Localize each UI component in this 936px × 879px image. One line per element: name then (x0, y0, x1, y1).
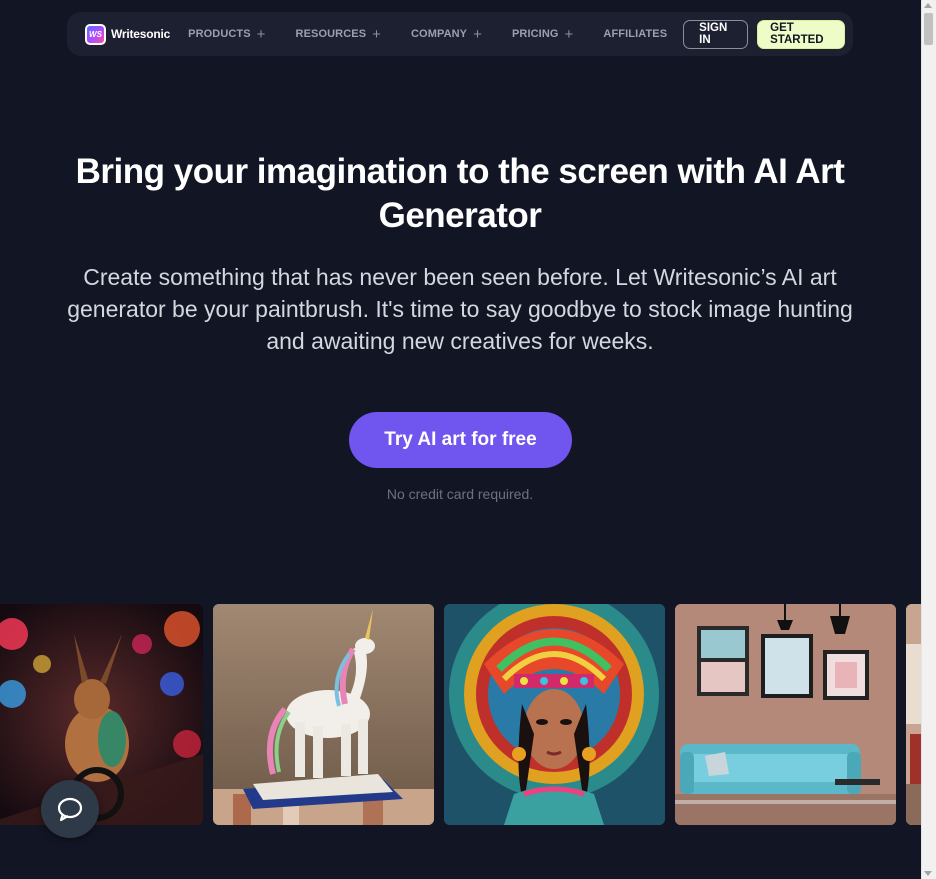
sign-in-button[interactable]: SIGN IN (683, 19, 749, 49)
brand-logo[interactable]: WS Writesonic (85, 23, 171, 45)
nav-item-label: PRICING (512, 28, 559, 40)
plus-icon: + (372, 25, 382, 43)
nav-item-label: PRODUCTS (188, 28, 251, 40)
top-navbar: WS Writesonic PRODUCTS + RESOURCES + COMPA… (67, 12, 853, 56)
nav-item-company[interactable]: COMPANY + (411, 25, 482, 43)
rabbit-on-bicycle-image[interactable] (0, 604, 203, 825)
writesonic-logo-icon: WS (85, 23, 106, 45)
unicorn-figurine-image[interactable] (213, 604, 434, 825)
plus-icon: + (564, 25, 574, 43)
hero-title: Bring your imagination to the screen wit… (75, 152, 845, 235)
chat-bubble-icon (57, 797, 83, 822)
no-credit-card-note: No credit card required. (386, 486, 534, 502)
aztec-woman-portrait-image[interactable] (444, 604, 665, 825)
nav-item-pricing[interactable]: PRICING + (512, 25, 574, 43)
scroll-up-arrow-icon[interactable] (924, 3, 932, 8)
nav-item-products[interactable]: PRODUCTS + (188, 25, 266, 43)
partial-interior-image[interactable] (906, 604, 921, 825)
nav-item-label: AFFILIATES (603, 28, 668, 40)
scrollbar-thumb[interactable] (924, 13, 933, 45)
get-started-button[interactable]: GET STARTED (757, 19, 845, 49)
brand-name: Writesonic (111, 27, 171, 41)
nav-item-affiliates[interactable]: AFFILIATES (603, 28, 667, 40)
nav-item-label: COMPANY (411, 28, 468, 40)
chat-widget-button[interactable] (41, 780, 99, 838)
try-ai-art-button[interactable]: Try AI art for free (349, 412, 572, 468)
art-gallery-carousel[interactable] (0, 604, 921, 825)
living-room-interior-image[interactable] (675, 604, 896, 825)
scroll-down-arrow-icon[interactable] (924, 871, 932, 876)
nav-item-resources[interactable]: RESOURCES + (295, 25, 382, 43)
plus-icon: + (473, 25, 482, 43)
scrollbar[interactable] (921, 0, 936, 879)
plus-icon: + (256, 25, 266, 43)
hero-subtitle: Create something that has never been see… (67, 264, 853, 354)
nav-item-label: RESOURCES (295, 28, 367, 40)
